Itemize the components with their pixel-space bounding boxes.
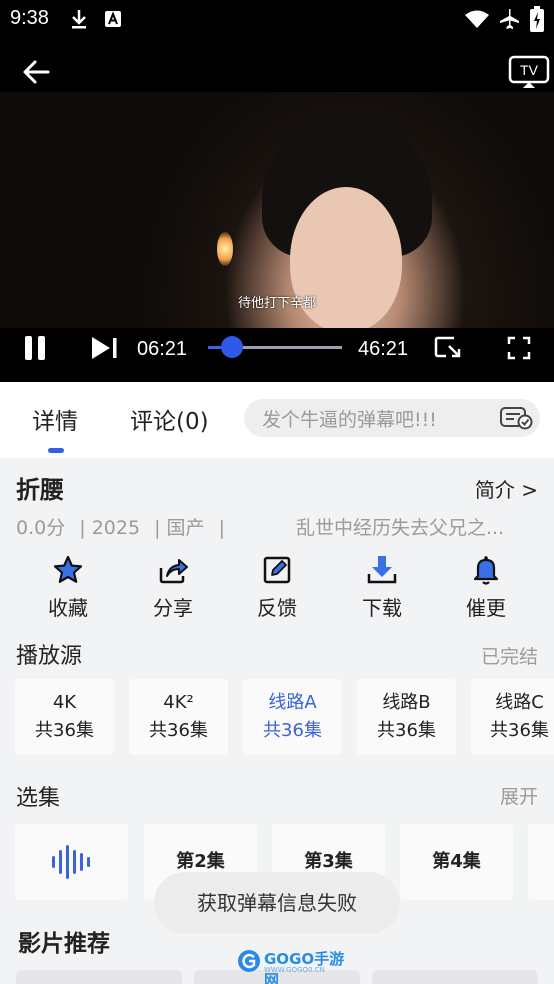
source-name: 4K² bbox=[163, 692, 194, 713]
pause-icon[interactable] bbox=[22, 334, 50, 362]
watermark-sub: WWW.GOGO0.CN bbox=[264, 966, 325, 974]
detail-content: 折腰 简介 > 0.0分 | 2025 | 国产 | 乱世中经历失去父兄之...… bbox=[0, 458, 554, 984]
source-episodes: 共36集 bbox=[263, 720, 322, 741]
feedback-button[interactable]: 反馈 bbox=[237, 554, 317, 621]
episode-card-partial[interactable] bbox=[528, 824, 554, 900]
picture-in-picture-icon[interactable] bbox=[434, 336, 462, 360]
toast-message: 获取弹幕信息失败 bbox=[154, 872, 400, 934]
source-name: 线路B bbox=[382, 692, 431, 713]
source-card[interactable]: 4K² 共36集 bbox=[129, 679, 228, 755]
favorite-button[interactable]: 收藏 bbox=[28, 554, 108, 621]
recommend-title: 影片推荐 bbox=[18, 931, 110, 957]
action-row: 收藏 分享 反馈 下载 催更 bbox=[0, 554, 554, 626]
current-time: 06:21 bbox=[137, 338, 188, 360]
meta-separator: | bbox=[218, 517, 226, 539]
progress-track[interactable] bbox=[208, 336, 342, 358]
sources-status: 已完结 bbox=[480, 646, 538, 668]
site-watermark: GOGO手游网 WWW.GOGO0.CN bbox=[236, 946, 348, 984]
tab-indicator bbox=[48, 448, 64, 453]
app-notification-icon bbox=[105, 11, 121, 27]
edit-icon bbox=[263, 556, 291, 584]
source-episodes: 共36集 bbox=[377, 720, 436, 741]
source-episodes: 共36集 bbox=[35, 720, 94, 741]
status-bar: 9:38 bbox=[0, 0, 554, 40]
source-card-active[interactable]: 线路A 共36集 bbox=[243, 679, 342, 755]
tv-cast-icon[interactable]: TV bbox=[508, 54, 552, 90]
watermark-logo-icon bbox=[238, 950, 260, 972]
battery-charging-icon bbox=[530, 6, 544, 32]
wifi-icon bbox=[465, 10, 489, 28]
playing-soundwave-icon bbox=[52, 845, 90, 879]
episodes-title: 选集 bbox=[16, 786, 61, 811]
show-title: 折腰 bbox=[16, 476, 64, 504]
show-score: 0.0分 bbox=[16, 517, 66, 539]
urge-update-button[interactable]: 催更 bbox=[446, 554, 526, 621]
download-icon bbox=[367, 556, 397, 584]
download-label: 下载 bbox=[362, 596, 402, 620]
progress-knob[interactable] bbox=[221, 336, 244, 358]
danmaku-placeholder: 发个牛逼的弹幕吧!!! bbox=[262, 409, 437, 431]
total-time: 46:21 bbox=[358, 338, 409, 360]
episodes-expand[interactable]: 展开 bbox=[500, 782, 538, 809]
video-subtitle: 待他打下辛都 bbox=[237, 296, 316, 311]
show-region: | 国产 bbox=[154, 517, 205, 539]
recommend-thumbnail[interactable] bbox=[372, 970, 538, 984]
share-button[interactable]: 分享 bbox=[133, 554, 213, 621]
source-episodes: 共36集 bbox=[149, 720, 208, 741]
airplane-mode-icon bbox=[500, 9, 519, 29]
source-name: 线路C bbox=[495, 692, 544, 713]
tab-details[interactable]: 详情 bbox=[32, 402, 78, 436]
player-control-bar: 06:21 46:21 bbox=[0, 328, 554, 382]
source-name: 线路A bbox=[268, 692, 317, 713]
sources-title: 播放源 bbox=[16, 644, 83, 669]
source-episodes: 共36集 bbox=[490, 720, 549, 741]
episode-card-playing[interactable] bbox=[15, 824, 128, 900]
download-status-icon bbox=[72, 10, 86, 29]
source-name: 4K bbox=[52, 692, 77, 713]
back-arrow-icon[interactable] bbox=[18, 54, 54, 90]
download-button[interactable]: 下载 bbox=[342, 554, 422, 621]
episode-card[interactable]: 第4集 bbox=[400, 824, 513, 900]
source-card[interactable]: 线路C 共36集 bbox=[471, 679, 554, 755]
show-year: | 2025 bbox=[79, 517, 141, 539]
recommend-thumbnail[interactable] bbox=[16, 970, 182, 984]
star-icon bbox=[53, 555, 83, 583]
feedback-label: 反馈 bbox=[257, 596, 297, 620]
source-card[interactable]: 线路B 共36集 bbox=[357, 679, 456, 755]
detail-tabs: 详情 评论(0) 发个牛逼的弹幕吧!!! bbox=[0, 382, 554, 458]
danmaku-settings-icon[interactable] bbox=[500, 406, 534, 430]
bell-icon bbox=[473, 556, 499, 585]
share-icon bbox=[159, 559, 188, 584]
intro-link[interactable]: 简介 > bbox=[475, 474, 538, 503]
tab-comments[interactable]: 评论(0) bbox=[130, 402, 209, 436]
status-time: 9:38 bbox=[10, 7, 49, 29]
share-label: 分享 bbox=[153, 596, 193, 620]
svg-text:TV: TV bbox=[520, 62, 539, 78]
danmaku-input[interactable]: 发个牛逼的弹幕吧!!! bbox=[244, 399, 540, 437]
source-card[interactable]: 4K 共36集 bbox=[15, 679, 114, 755]
urge-update-label: 催更 bbox=[466, 596, 506, 620]
favorite-label: 收藏 bbox=[48, 596, 88, 620]
show-meta: 0.0分 | 2025 | 国产 | bbox=[16, 513, 233, 540]
player-header: TV bbox=[0, 40, 554, 92]
show-description[interactable]: 乱世中经历失去父兄之... bbox=[296, 513, 504, 540]
next-episode-icon[interactable] bbox=[90, 336, 120, 360]
fullscreen-icon[interactable] bbox=[507, 336, 531, 360]
video-candle bbox=[217, 232, 233, 266]
